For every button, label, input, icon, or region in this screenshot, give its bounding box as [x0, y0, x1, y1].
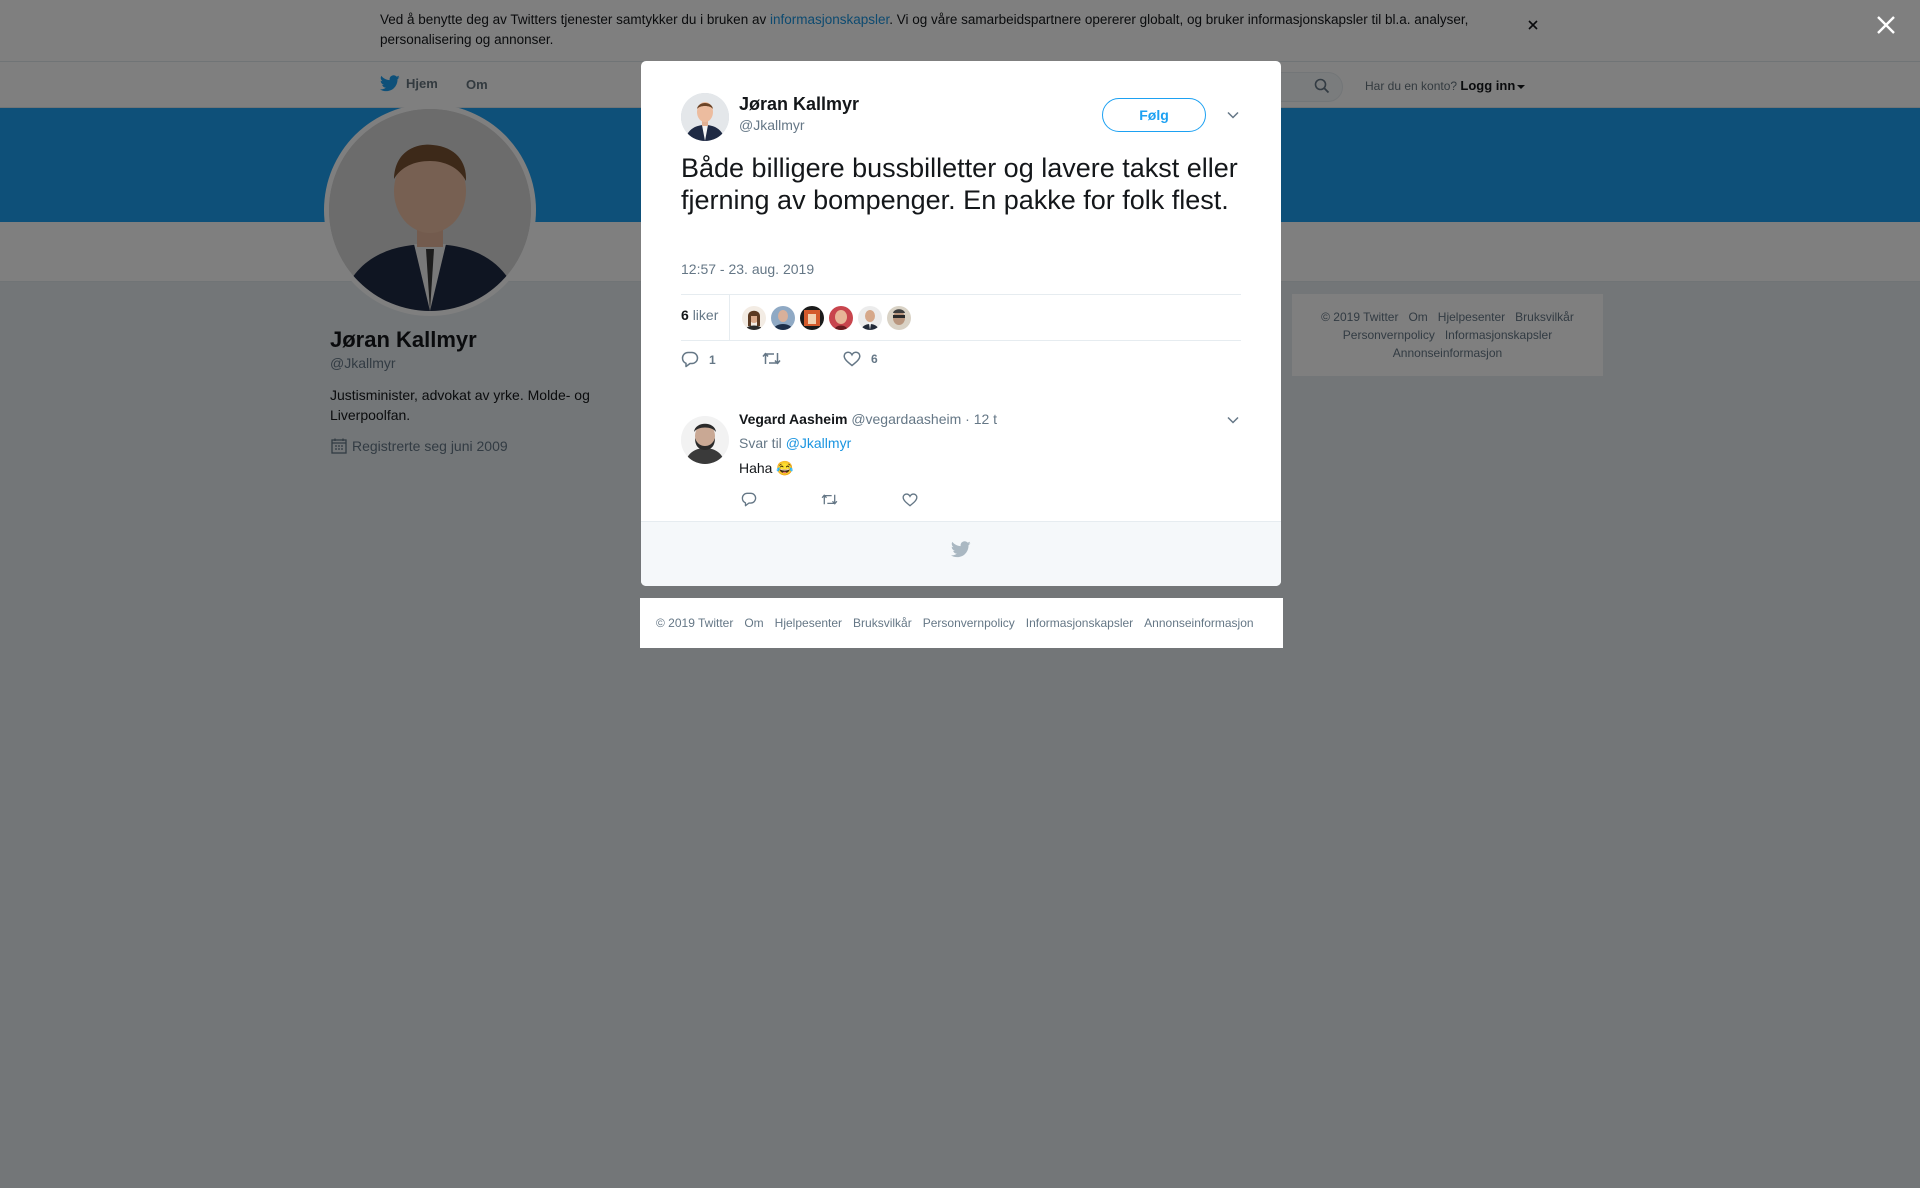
reply-icon[interactable]	[741, 492, 757, 507]
reply-text: Haha 😂	[739, 460, 794, 476]
modal-footer-link-terms[interactable]: Bruksvilkår	[853, 616, 912, 630]
reply-separator: ·	[965, 411, 970, 427]
avatar[interactable]	[771, 306, 795, 330]
avatar[interactable]	[800, 306, 824, 330]
avatar[interactable]	[742, 306, 766, 330]
reply-actions	[739, 492, 1039, 512]
modal-bottom-bar	[641, 521, 1281, 586]
avatar[interactable]	[681, 416, 729, 464]
likes-count[interactable]: 6 liker	[681, 307, 718, 323]
reply-author-name[interactable]: Vegard Aasheim	[739, 411, 847, 427]
reply-header: Vegard Aasheim @vegardaasheim · 12 t	[739, 411, 997, 427]
likers-avatars	[742, 306, 916, 330]
modal-footer-link-cookies[interactable]: Informasjonskapsler	[1026, 616, 1133, 630]
avatar[interactable]	[829, 306, 853, 330]
modal-footer-link-privacy[interactable]: Personvernpolicy	[923, 616, 1015, 630]
heart-icon	[843, 351, 861, 367]
retweet-icon	[762, 352, 781, 365]
like-count: 6	[871, 352, 878, 366]
tweet-text: Både billigere bussbilletter og lavere t…	[681, 153, 1238, 215]
tweet-author-name[interactable]: Jøran Kallmyr	[739, 94, 859, 115]
tweet-timestamp[interactable]: 12:57 - 23. aug. 2019	[681, 261, 814, 277]
chevron-down-icon[interactable]	[1227, 416, 1239, 424]
likes-count-label: liker	[692, 307, 719, 323]
heart-icon[interactable]	[902, 493, 918, 507]
chevron-down-icon[interactable]	[1227, 111, 1239, 119]
reply-to-prefix: Svar til	[739, 435, 782, 451]
reply-to: Svar til @Jkallmyr	[739, 435, 851, 451]
reply-to-handle[interactable]: @Jkallmyr	[786, 435, 852, 451]
modal-footer-link-about[interactable]: Om	[744, 616, 763, 630]
modal-footer-copyright: © 2019 Twitter	[656, 616, 734, 630]
retweet-button[interactable]	[762, 351, 791, 366]
avatar[interactable]	[887, 306, 911, 330]
reply-time[interactable]: 12 t	[974, 411, 997, 427]
twitter-bird-icon	[951, 541, 971, 558]
reply-button[interactable]: 1	[681, 351, 716, 368]
modal-footer: © 2019 Twitter Om Hjelpesenter Bruksvilk…	[640, 598, 1283, 648]
reply-icon	[681, 351, 699, 368]
likes-count-number: 6	[681, 307, 689, 323]
like-button[interactable]: 6	[843, 351, 878, 367]
tweet-stats: 6 liker	[681, 294, 1241, 341]
author-avatar-photo	[681, 93, 729, 141]
tweet-modal: Jøran Kallmyr @Jkallmyr Følg Både billig…	[641, 61, 1281, 586]
retweet-icon[interactable]	[821, 493, 838, 506]
tweet-author-handle[interactable]: @Jkallmyr	[739, 117, 805, 133]
reply-avatar-photo	[681, 416, 729, 464]
reply-count: 1	[709, 352, 716, 367]
close-icon[interactable]	[1875, 14, 1897, 36]
tweet-actions: 1 6	[681, 351, 1241, 375]
stats-divider	[729, 295, 730, 341]
avatar[interactable]	[858, 306, 882, 330]
follow-button[interactable]: Følg	[1102, 98, 1206, 132]
modal-footer-link-ads[interactable]: Annonseinformasjon	[1144, 616, 1253, 630]
avatar[interactable]	[681, 93, 729, 141]
reply-author-handle[interactable]: @vegardaasheim	[851, 411, 961, 427]
modal-footer-link-help[interactable]: Hjelpesenter	[775, 616, 842, 630]
